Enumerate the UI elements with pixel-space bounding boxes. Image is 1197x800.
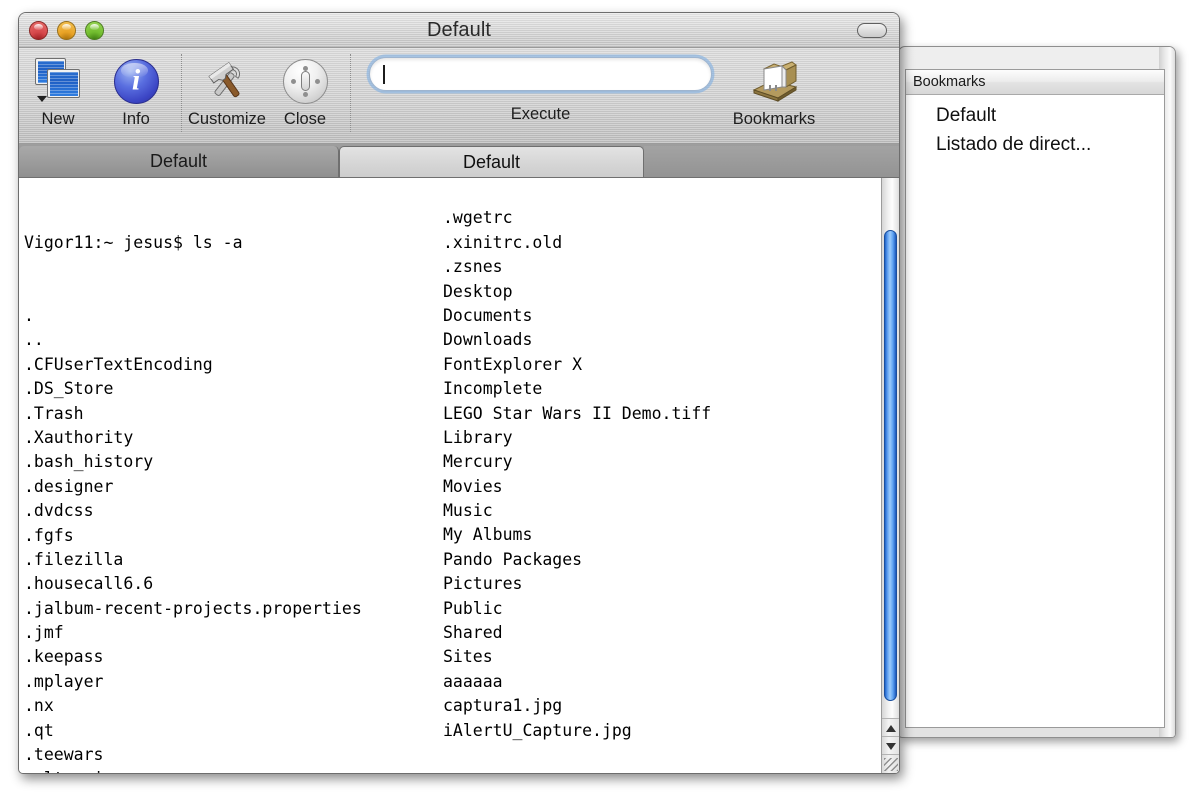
terminal-entry: Library: [443, 427, 513, 447]
terminal-entry: Sites: [443, 647, 493, 667]
bookmarks-window[interactable]: Bookmarks Default Listado de direct...: [898, 46, 1176, 738]
scroll-up-arrow-icon[interactable]: [882, 718, 899, 737]
terminal-entry: .ultramixer: [24, 767, 881, 773]
window-controls: [29, 20, 104, 40]
window-resize-grip[interactable]: [882, 754, 899, 773]
terminal-window[interactable]: Default New Info: [18, 12, 900, 774]
terminal-entry: Desktop: [443, 281, 513, 301]
terminal-entry: .teewars: [24, 745, 104, 765]
window-title: Default: [426, 18, 492, 41]
execute-label: Execute: [510, 105, 571, 123]
tab-default-2-label: Default: [462, 151, 521, 172]
toolbar-toggle-button[interactable]: [857, 22, 887, 38]
bookmarks-column-header-label: Bookmarks: [913, 74, 986, 90]
toolbar-button-info-label: Info: [122, 110, 150, 128]
card-file-icon: [718, 53, 830, 109]
terminal-entry: Music: [443, 501, 493, 521]
minimize-window-button[interactable]: [57, 20, 76, 40]
terminal-entry: Incomplete: [443, 379, 543, 399]
toolbar-button-customize[interactable]: Customize: [188, 48, 266, 129]
hammer-wrench-icon: [188, 53, 266, 109]
terminal-entry: Public: [443, 598, 503, 618]
toolbar-separator: [181, 54, 182, 132]
tab-bar: Default Default: [19, 144, 899, 177]
toolbar-button-bookmarks-label: Bookmarks: [732, 110, 816, 128]
title-bar[interactable]: Default: [19, 13, 899, 48]
terminal-entry: .xinitrc.old: [443, 232, 563, 252]
zoom-window-button[interactable]: [85, 20, 104, 40]
execute-input[interactable]: [369, 57, 712, 91]
terminal-entry: Documents: [443, 305, 533, 325]
terminal-entry: Downloads: [443, 330, 533, 350]
toolbar: New Info: [19, 48, 899, 144]
info-icon: [97, 53, 175, 109]
tab-default-2[interactable]: Default: [339, 146, 644, 177]
text-cursor: [383, 64, 385, 84]
bookmarks-column-header[interactable]: Bookmarks: [906, 70, 1164, 95]
screen: Bookmarks Default Listado de direct... D…: [0, 0, 1197, 800]
toolbar-button-close[interactable]: Close: [266, 48, 344, 129]
terminal-entry: Shared: [443, 623, 503, 643]
toolbar-button-bookmarks[interactable]: Bookmarks: [718, 48, 830, 129]
terminal-entry: Movies: [443, 476, 503, 496]
bookmarks-list-panel: Bookmarks Default Listado de direct...: [905, 69, 1165, 728]
scroll-down-arrow-icon[interactable]: [882, 736, 899, 755]
toolbar-button-info[interactable]: Info: [97, 48, 175, 129]
terminal-body[interactable]: Vigor11:~ jesus$ ls -a ... .CFUserTextEnc…: [19, 177, 899, 773]
terminal-entry: Pando Packages: [443, 549, 583, 569]
terminal-entry: iAlertU_Capture.jpg: [443, 720, 632, 740]
terminal-entry: .wgetrc: [443, 208, 513, 228]
tab-default-1[interactable]: Default: [19, 146, 339, 177]
terminal-entry: Pictures: [443, 574, 523, 594]
toolbar-button-close-label: Close: [283, 110, 327, 128]
toolbar-button-new-label: New: [41, 110, 75, 128]
close-window-button[interactable]: [29, 20, 48, 40]
terminal-entry: .zsnes: [443, 257, 503, 277]
terminal-entry: LEGO Star Wars II Demo.tiff: [443, 403, 712, 423]
terminal-entry: captura1.jpg: [443, 696, 563, 716]
toolbar-execute-group: Execute: [363, 48, 718, 124]
bookmark-item-default[interactable]: Default: [906, 101, 1164, 130]
bookmarks-list: Default Listado de direct...: [906, 95, 1164, 160]
toolbar-button-customize-label: Customize: [188, 110, 266, 128]
toolbar-separator-2: [350, 54, 351, 132]
scrollbar-thumb[interactable]: [884, 230, 897, 701]
new-terminal-icon: [19, 53, 97, 109]
terminal-scrollbar[interactable]: [881, 178, 899, 773]
terminal-entry: Mercury: [443, 452, 513, 472]
tab-default-1-label: Default: [149, 151, 208, 171]
close-dial-icon: [266, 53, 344, 109]
terminal-right-column: .wgetrc .xinitrc.old .zsnes Desktop Document…: [443, 206, 711, 743]
terminal-entry: My Albums: [443, 525, 533, 545]
tab-bar-filler: [644, 146, 899, 177]
window-bottom-edge: [19, 773, 899, 774]
terminal-output: Vigor11:~ jesus$ ls -a ... .CFUserTextEnc…: [19, 178, 881, 773]
bookmark-item-listado[interactable]: Listado de direct...: [906, 130, 1164, 159]
toolbar-button-new[interactable]: New: [19, 48, 97, 129]
terminal-entry: FontExplorer X: [443, 354, 583, 374]
terminal-entry: aaaaaa: [443, 671, 503, 691]
